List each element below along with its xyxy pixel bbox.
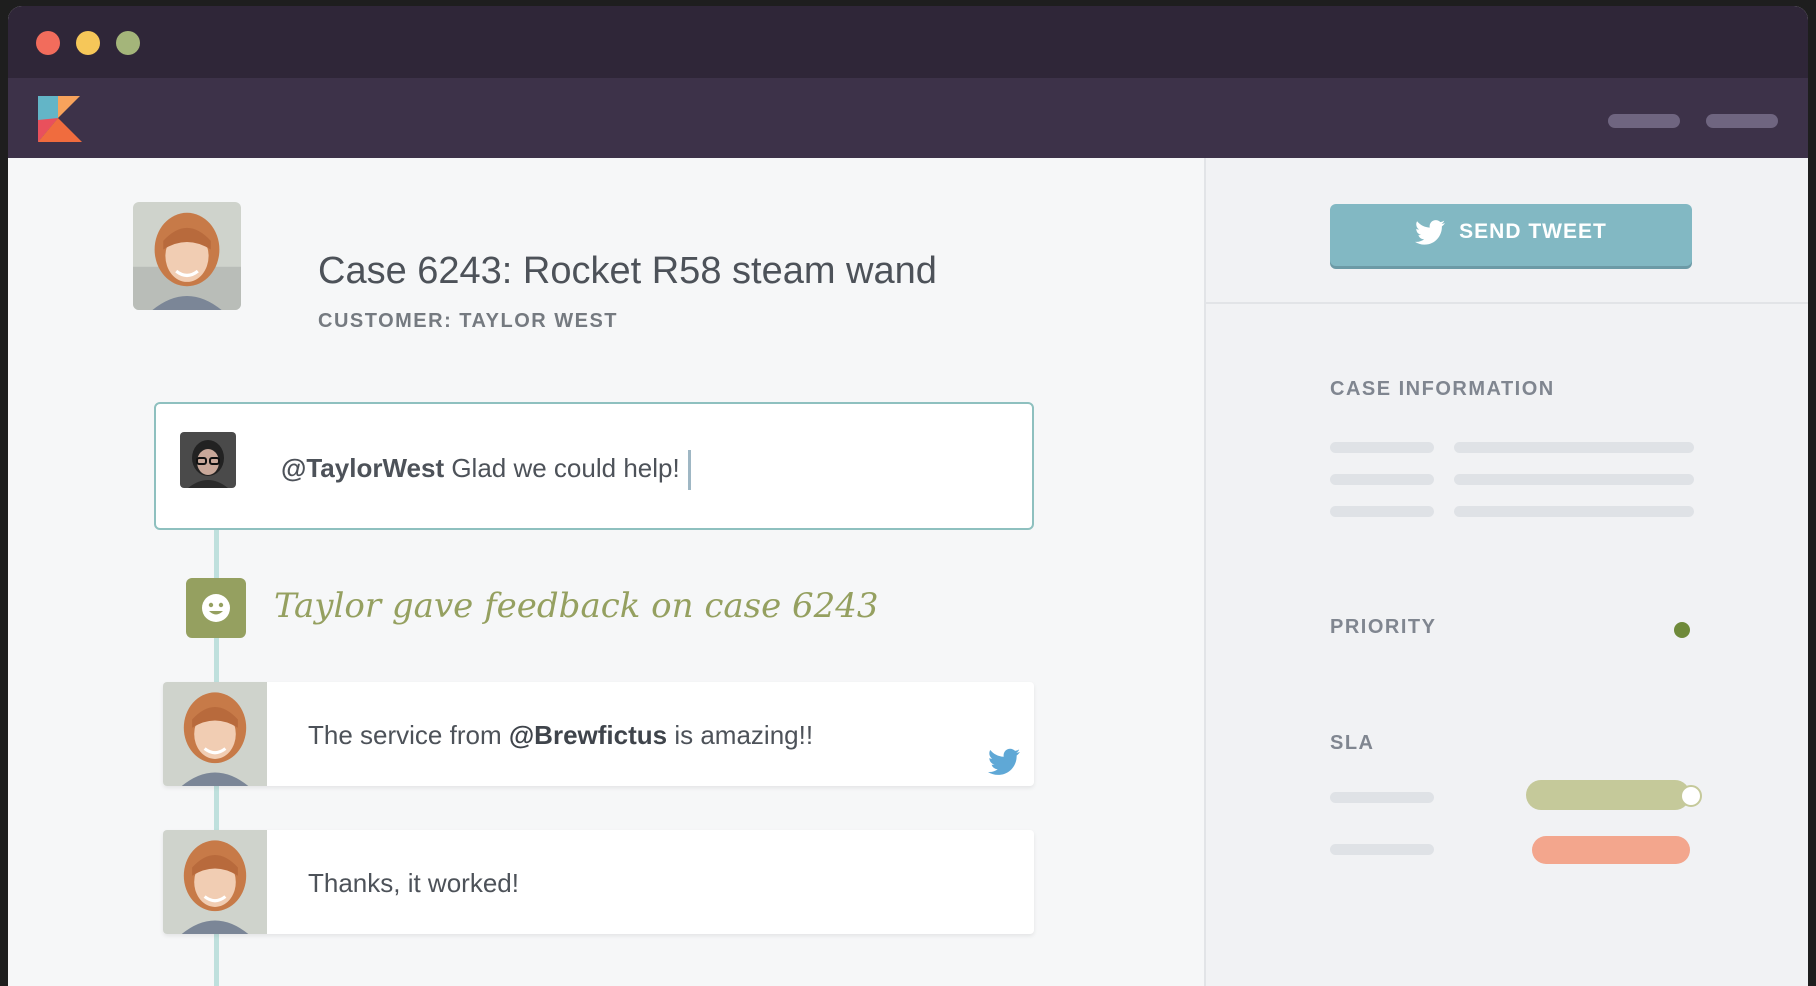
message-text: The service from @Brewfictus is amazing!… <box>308 720 813 751</box>
text-caret <box>687 450 691 490</box>
case-info-field-label <box>1330 506 1434 517</box>
message-mention[interactable]: @Brewfictus <box>509 720 667 750</box>
sla-field-label <box>1330 844 1434 855</box>
close-window-button[interactable] <box>36 31 60 55</box>
sla-field-label <box>1330 792 1434 803</box>
case-info-field-value[interactable] <box>1454 442 1694 453</box>
sla-breach-bar <box>1532 836 1690 864</box>
sla-progress-bar <box>1526 780 1690 810</box>
reply-composer[interactable]: @TaylorWest Glad we could help! <box>154 402 1034 530</box>
app-header <box>8 78 1808 158</box>
reply-input-text[interactable]: @TaylorWest Glad we could help! <box>281 450 691 490</box>
customer-avatar[interactable] <box>133 202 241 310</box>
message-text-prefix: The service from <box>308 720 509 750</box>
message-text: Thanks, it worked! <box>308 868 519 898</box>
customer-name-label[interactable]: CUSTOMER: TAYLOR WEST <box>318 310 618 333</box>
reply-body: Glad we could help! <box>444 452 680 483</box>
app-window: Case 6243: Rocket R58 steam wand CUSTOME… <box>8 6 1808 986</box>
minimize-window-button[interactable] <box>76 31 100 55</box>
smiley-icon <box>186 578 246 638</box>
customer-avatar <box>163 682 267 786</box>
clock-icon <box>1680 785 1702 807</box>
priority-heading: PRIORITY <box>1330 616 1437 638</box>
maximize-window-button[interactable] <box>116 31 140 55</box>
window-titlebar <box>8 6 1808 78</box>
kayako-logo-icon[interactable] <box>38 96 82 142</box>
sla-heading: SLA <box>1330 732 1375 754</box>
twitter-icon <box>988 748 1020 775</box>
twitter-icon <box>1415 219 1446 245</box>
case-info-sidebar: SEND TWEET CASE INFORMATION PRIORITY SLA <box>1204 158 1808 986</box>
message-card[interactable]: Thanks, it worked! <box>163 830 1034 934</box>
case-conversation-panel: Case 6243: Rocket R58 steam wand CUSTOME… <box>8 158 1204 986</box>
case-information-heading: CASE INFORMATION <box>1330 378 1555 400</box>
send-tweet-button[interactable]: SEND TWEET <box>1330 204 1692 266</box>
case-info-field-value[interactable] <box>1454 506 1694 517</box>
message-text-suffix: is amazing!! <box>667 720 814 750</box>
case-title: Case 6243: Rocket R58 steam wand <box>318 250 937 292</box>
nav-menu-item-1[interactable] <box>1608 114 1680 128</box>
agent-avatar <box>180 432 236 488</box>
customer-avatar <box>163 830 267 934</box>
send-tweet-label: SEND TWEET <box>1459 220 1607 243</box>
sidebar-divider <box>1206 302 1808 304</box>
case-info-field-label <box>1330 474 1434 485</box>
priority-indicator[interactable] <box>1674 622 1690 638</box>
message-card[interactable]: The service from @Brewfictus is amazing!… <box>163 682 1034 786</box>
feedback-event-text[interactable]: Taylor gave feedback on case 6243 <box>274 586 879 626</box>
reply-mention: @TaylorWest <box>281 452 445 483</box>
case-info-field-value[interactable] <box>1454 474 1694 485</box>
case-info-field-label <box>1330 442 1434 453</box>
nav-menu-item-2[interactable] <box>1706 114 1778 128</box>
